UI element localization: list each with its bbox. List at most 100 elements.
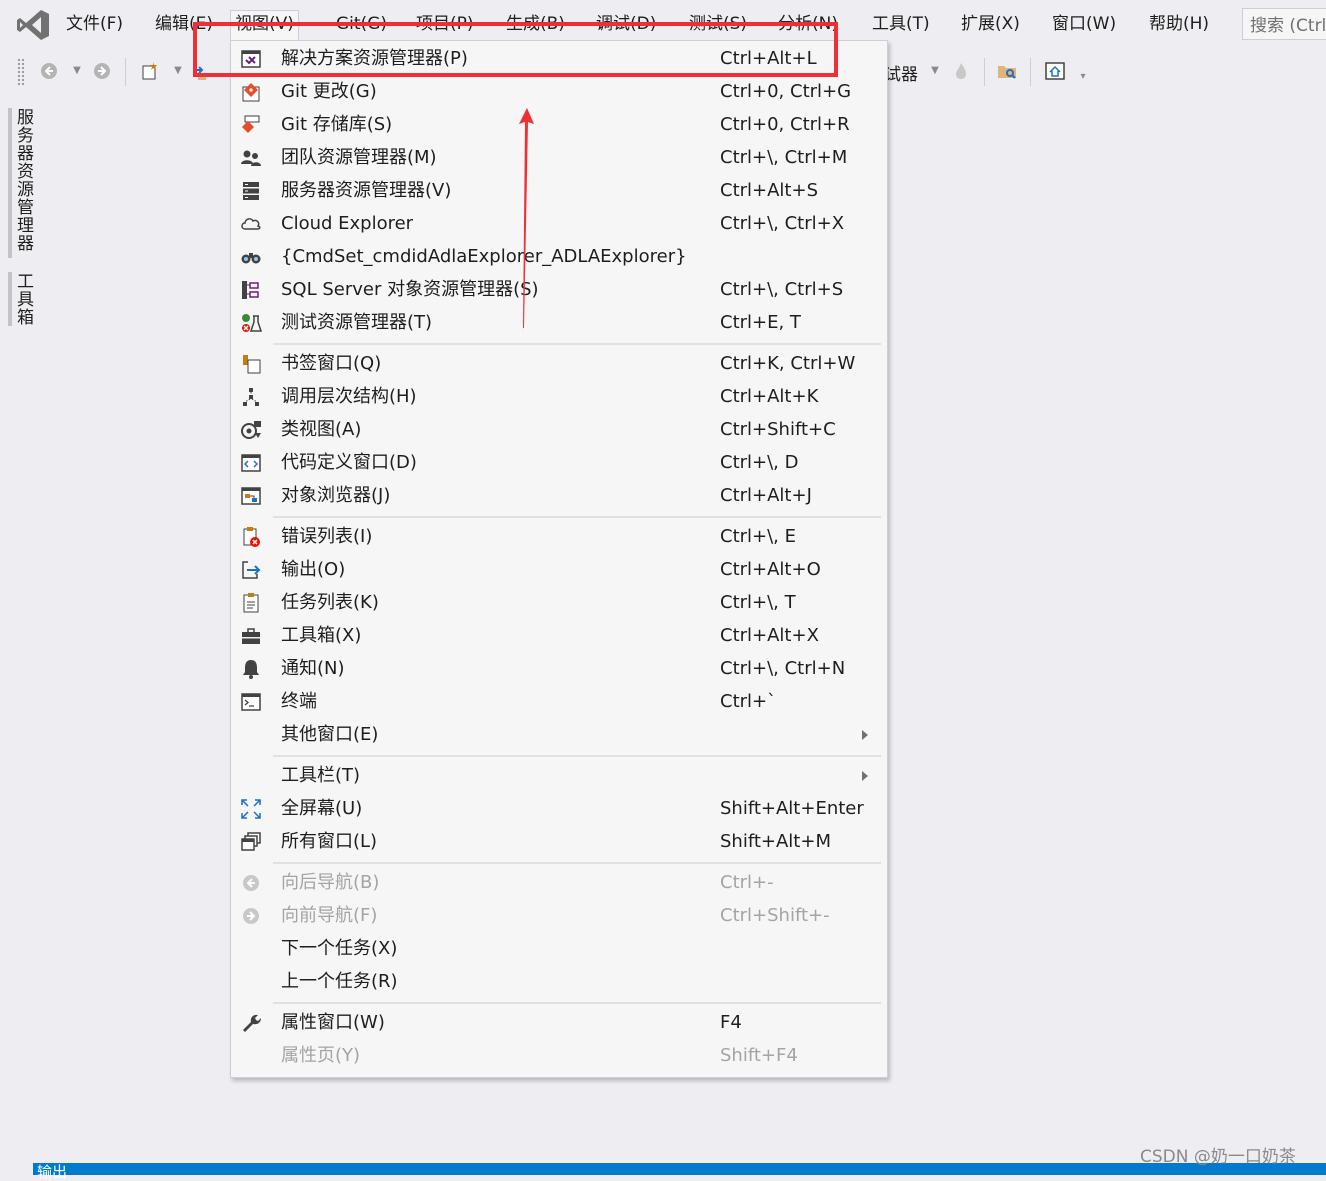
toolbox-icon	[240, 625, 262, 647]
menu-item-label: 任务列表(K)	[281, 592, 379, 613]
side-tab-toolbox[interactable]: 工具箱	[13, 272, 36, 326]
menu-item-test-explorer[interactable]: 测试资源管理器(T) Ctrl+E, T	[231, 306, 887, 339]
menu-item-toolbars[interactable]: 工具栏(T)	[231, 759, 887, 792]
navigate-back-icon	[240, 872, 262, 894]
menu-item-navigate-forward[interactable]: 向前导航(F) Ctrl+Shift+-	[231, 899, 887, 932]
git-repository-icon	[240, 114, 262, 136]
menu-item-error-list[interactable]: 错误列表(I) Ctrl+\, E	[231, 520, 887, 553]
menu-item-shortcut: Ctrl+\, E	[720, 526, 796, 547]
menu-item-shortcut: Ctrl+E, T	[720, 312, 801, 333]
object-browser-icon	[240, 485, 262, 507]
task-list-icon	[240, 592, 262, 614]
menu-item-properties-window[interactable]: 属性窗口(W) F4	[231, 1006, 887, 1039]
menu-tools[interactable]: 工具(T)	[868, 11, 934, 37]
menu-item-shortcut: Ctrl+Alt+S	[720, 180, 818, 201]
menu-item-shortcut: Shift+Alt+M	[720, 831, 831, 852]
toolbar-separator	[125, 58, 126, 86]
menu-item-label: Cloud Explorer	[281, 213, 414, 234]
menu-item-sql-server-explorer[interactable]: SQL Server 对象资源管理器(S) Ctrl+\, Ctrl+S	[231, 273, 887, 306]
menu-item-bookmark-window[interactable]: 书签窗口(Q) Ctrl+K, Ctrl+W	[231, 347, 887, 380]
chevron-down-icon[interactable]: ▼	[167, 60, 189, 82]
fullscreen-icon	[240, 798, 262, 820]
toolbar-grip-icon[interactable]	[17, 58, 25, 86]
menu-item-shortcut: Ctrl+`	[720, 691, 777, 712]
side-tab-server-explorer[interactable]: 服务器资源管理器	[13, 108, 36, 252]
menu-item-all-windows[interactable]: 所有窗口(L) Shift+Alt+M	[231, 825, 887, 858]
code-definition-icon	[240, 452, 262, 474]
menu-item-class-view[interactable]: 类视图(A) Ctrl+Shift+C	[231, 413, 887, 446]
menu-item-label: 终端	[281, 691, 317, 712]
menu-item-label: 所有窗口(L)	[281, 831, 378, 852]
menu-item-shortcut: Ctrl+\, Ctrl+X	[720, 213, 845, 234]
git-changes-icon	[240, 81, 262, 103]
output-panel-title: 输出	[37, 1163, 68, 1181]
menu-separator	[273, 516, 881, 518]
menu-extensions[interactable]: 扩展(X)	[957, 11, 1024, 37]
menu-item-label: Git 存储库(S)	[281, 114, 393, 135]
chevron-down-icon[interactable]: ▼	[66, 60, 88, 82]
menu-item-label: 代码定义窗口(D)	[281, 452, 417, 473]
menu-item-previous-task[interactable]: 上一个任务(R)	[231, 965, 887, 998]
menu-separator	[273, 343, 881, 345]
menu-item-toolbox[interactable]: 工具箱(X) Ctrl+Alt+X	[231, 619, 887, 652]
menu-item-object-browser[interactable]: 对象浏览器(J) Ctrl+Alt+J	[231, 479, 887, 512]
watermark: CSDN @奶一口奶茶	[1140, 1147, 1296, 1167]
menu-item-notifications[interactable]: 通知(N) Ctrl+\, Ctrl+N	[231, 652, 887, 685]
menu-item-label: 通知(N)	[281, 658, 345, 679]
menu-file[interactable]: 文件(F)	[62, 11, 127, 37]
menu-item-git-repository[interactable]: Git 存储库(S) Ctrl+0, Ctrl+R	[231, 108, 887, 141]
hot-reload-icon[interactable]	[950, 60, 972, 82]
menu-item-git-changes[interactable]: Git 更改(G) Ctrl+0, Ctrl+G	[231, 75, 887, 108]
toolbar-overflow-icon[interactable]: ▾	[1072, 66, 1094, 88]
menu-item-cloud-explorer[interactable]: Cloud Explorer Ctrl+\, Ctrl+X	[231, 207, 887, 240]
menu-item-property-pages[interactable]: 属性页(Y) Shift+F4	[231, 1039, 887, 1072]
navigate-forward-icon	[240, 905, 262, 927]
menu-item-shortcut: Ctrl+\, Ctrl+M	[720, 147, 848, 168]
menu-help[interactable]: 帮助(H)	[1145, 11, 1213, 37]
menu-item-code-definition[interactable]: 代码定义窗口(D) Ctrl+\, D	[231, 446, 887, 479]
toolbar-separator	[984, 58, 985, 86]
menu-item-output[interactable]: 输出(O) Ctrl+Alt+O	[231, 553, 887, 586]
new-project-icon[interactable]	[139, 60, 161, 82]
menu-item-shortcut: F4	[720, 1012, 742, 1033]
menu-item-shortcut: Ctrl+\, D	[720, 452, 799, 473]
menu-item-other-windows[interactable]: 其他窗口(E)	[231, 718, 887, 751]
annotation-arrow-icon	[519, 108, 534, 328]
menu-item-label: Git 更改(G)	[281, 81, 377, 102]
menu-item-shortcut: Ctrl+\, Ctrl+S	[720, 279, 844, 300]
menu-separator	[273, 755, 881, 757]
menu-item-label: 团队资源管理器(M)	[281, 147, 437, 168]
home-window-icon[interactable]	[1044, 60, 1066, 82]
menu-item-label: 服务器资源管理器(V)	[281, 180, 452, 201]
submenu-arrow-icon	[862, 771, 868, 781]
chevron-down-icon[interactable]: ▼	[924, 60, 946, 82]
output-panel-header[interactable]: 输出	[33, 1163, 1326, 1181]
find-in-files-icon[interactable]	[996, 60, 1018, 82]
menu-item-call-hierarchy[interactable]: 调用层次结构(H) Ctrl+Alt+K	[231, 380, 887, 413]
team-explorer-icon	[240, 147, 262, 169]
sql-server-icon	[240, 279, 262, 301]
menu-item-team-explorer[interactable]: 团队资源管理器(M) Ctrl+\, Ctrl+M	[231, 141, 887, 174]
menu-item-full-screen[interactable]: 全屏幕(U) Shift+Alt+Enter	[231, 792, 887, 825]
menu-item-adla-explorer[interactable]: {CmdSet_cmdidAdlaExplorer_ADLAExplorer}	[231, 240, 887, 273]
bookmark-icon	[240, 353, 262, 375]
navigate-forward-icon[interactable]	[91, 60, 113, 82]
menu-item-next-task[interactable]: 下一个任务(X)	[231, 932, 887, 965]
navigate-back-icon[interactable]	[38, 60, 60, 82]
menu-item-server-explorer[interactable]: 服务器资源管理器(V) Ctrl+Alt+S	[231, 174, 887, 207]
search-input[interactable]: 搜索 (Ctrl	[1242, 8, 1326, 40]
binoculars-icon	[240, 246, 262, 268]
menu-item-label: 上一个任务(R)	[281, 971, 398, 992]
error-list-icon	[240, 526, 262, 548]
menu-item-label: 测试资源管理器(T)	[281, 312, 433, 333]
menu-item-label: 对象浏览器(J)	[281, 485, 391, 506]
menu-item-task-list[interactable]: 任务列表(K) Ctrl+\, T	[231, 586, 887, 619]
debug-target-label[interactable]: 试器	[884, 60, 918, 85]
menu-item-terminal[interactable]: 终端 Ctrl+`	[231, 685, 887, 718]
menu-item-navigate-backward[interactable]: 向后导航(B) Ctrl+-	[231, 866, 887, 899]
all-windows-icon	[240, 831, 262, 853]
menu-window[interactable]: 窗口(W)	[1048, 11, 1120, 37]
output-icon	[240, 559, 262, 581]
menu-item-shortcut: Shift+F4	[720, 1045, 798, 1066]
menu-item-label: 全屏幕(U)	[281, 798, 363, 819]
